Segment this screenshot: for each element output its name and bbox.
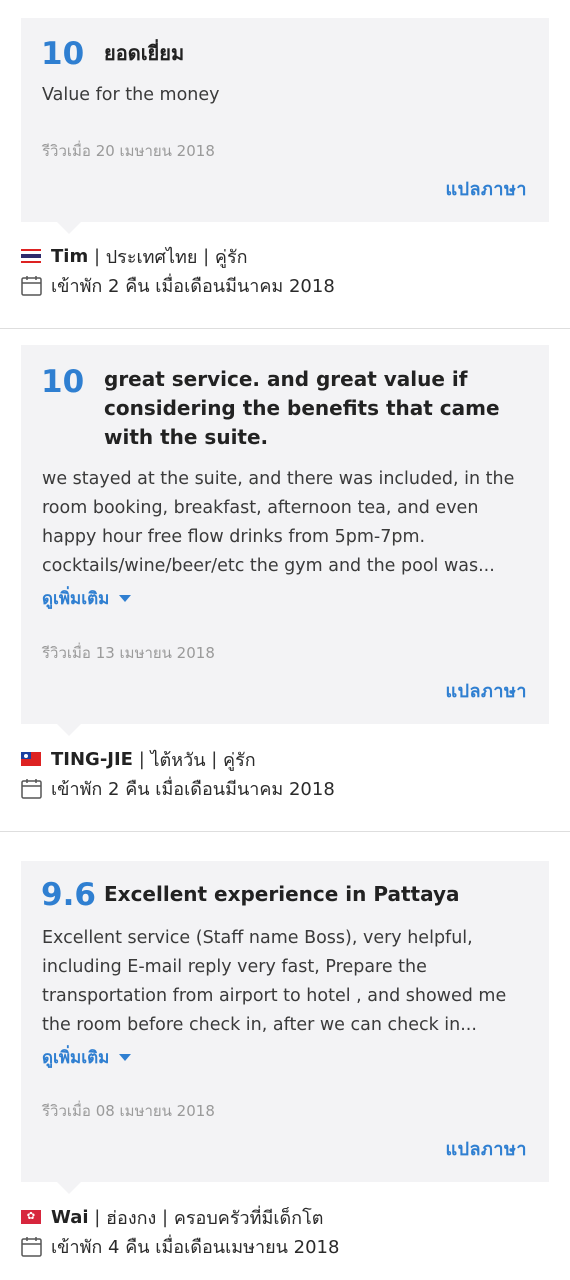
review-score: 10 (41, 364, 85, 400)
hong-kong-flag-icon: ✿ (21, 1210, 41, 1224)
reviewer-info: TING-JIE | ไต้หวัน | คู่รัก (21, 746, 256, 772)
stay-info: เข้าพัก 2 คืน เมื่อเดือนมีนาคม 2018 (21, 272, 335, 298)
divider (0, 831, 570, 832)
show-more-link[interactable]: ดูเพิ่มเติม (42, 1044, 132, 1071)
review-date: รีวิวเมื่อ 13 เมษายน 2018 (42, 644, 215, 662)
translate-link[interactable]: แปลภาษา (445, 1134, 527, 1163)
review-card: 9.6 Excellent experience in Pattaya Exce… (21, 861, 549, 1194)
reviewer-country: ประเทศไทย (105, 246, 198, 268)
review-title: great service. and great value if consid… (104, 367, 500, 449)
taiwan-flag-icon (21, 752, 41, 766)
show-more-label: ดูเพิ่มเติม (42, 1048, 110, 1068)
reviewer-name: Tim (51, 245, 89, 267)
caret-down-icon (119, 595, 132, 602)
review-date: รีวิวเมื่อ 20 เมษายน 2018 (42, 142, 215, 160)
show-more-label: ดูเพิ่มเติม (42, 589, 110, 609)
review-card: 10 great service. and great value if con… (21, 345, 549, 736)
translate-link[interactable]: แปลภาษา (445, 174, 527, 203)
review-title: ยอดเยี่ยม (104, 41, 185, 65)
divider (0, 328, 570, 329)
translate-link[interactable]: แปลภาษา (445, 676, 527, 705)
reviewer-country: ฮ่องกง (106, 1207, 157, 1229)
calendar-icon (21, 1236, 42, 1257)
traveler-type: คู่รัก (223, 749, 256, 771)
stay-text: เข้าพัก 4 คืน เมื่อเดือนเมษายน 2018 (51, 1236, 340, 1258)
review-list: 10 ยอดเยี่ยม Value for the money รีวิวเม… (0, 0, 570, 1280)
review-score: 9.6 (41, 877, 96, 913)
reviewer-info: ✿ Wai | ฮ่องกง | ครอบครัวที่มีเด็กโต (21, 1204, 323, 1230)
reviewer-name: Wai (51, 1206, 89, 1228)
stay-text: เข้าพัก 2 คืน เมื่อเดือนมีนาคม 2018 (51, 778, 335, 800)
review-date: รีวิวเมื่อ 08 เมษายน 2018 (42, 1102, 215, 1120)
thailand-flag-icon (21, 249, 41, 263)
calendar-icon (21, 778, 42, 799)
traveler-type: ครอบครัวที่มีเด็กโต (173, 1207, 324, 1229)
review-title: Excellent experience in Pattaya (104, 882, 460, 906)
review-body: Excellent service (Staff name Boss), ver… (42, 928, 507, 1035)
review-score: 10 (41, 36, 85, 72)
reviewer-name: TING-JIE (51, 748, 133, 770)
traveler-type: คู่รัก (214, 246, 248, 268)
caret-down-icon (119, 1054, 132, 1061)
stay-info: เข้าพัก 2 คืน เมื่อเดือนมีนาคม 2018 (21, 775, 335, 801)
reviewer-country: ไต้หวัน (150, 749, 206, 771)
show-more-link[interactable]: ดูเพิ่มเติม (42, 585, 132, 612)
stay-info: เข้าพัก 4 คืน เมื่อเดือนเมษายน 2018 (21, 1233, 339, 1259)
review-body: Value for the money (42, 85, 220, 105)
stay-text: เข้าพัก 2 คืน เมื่อเดือนมีนาคม 2018 (51, 275, 335, 297)
calendar-icon (21, 275, 42, 296)
review-card: 10 ยอดเยี่ยม Value for the money รีวิวเม… (21, 18, 549, 234)
review-body: we stayed at the suite, and there was in… (42, 469, 515, 576)
reviewer-info: Tim | ประเทศไทย | คู่รัก (21, 243, 248, 269)
